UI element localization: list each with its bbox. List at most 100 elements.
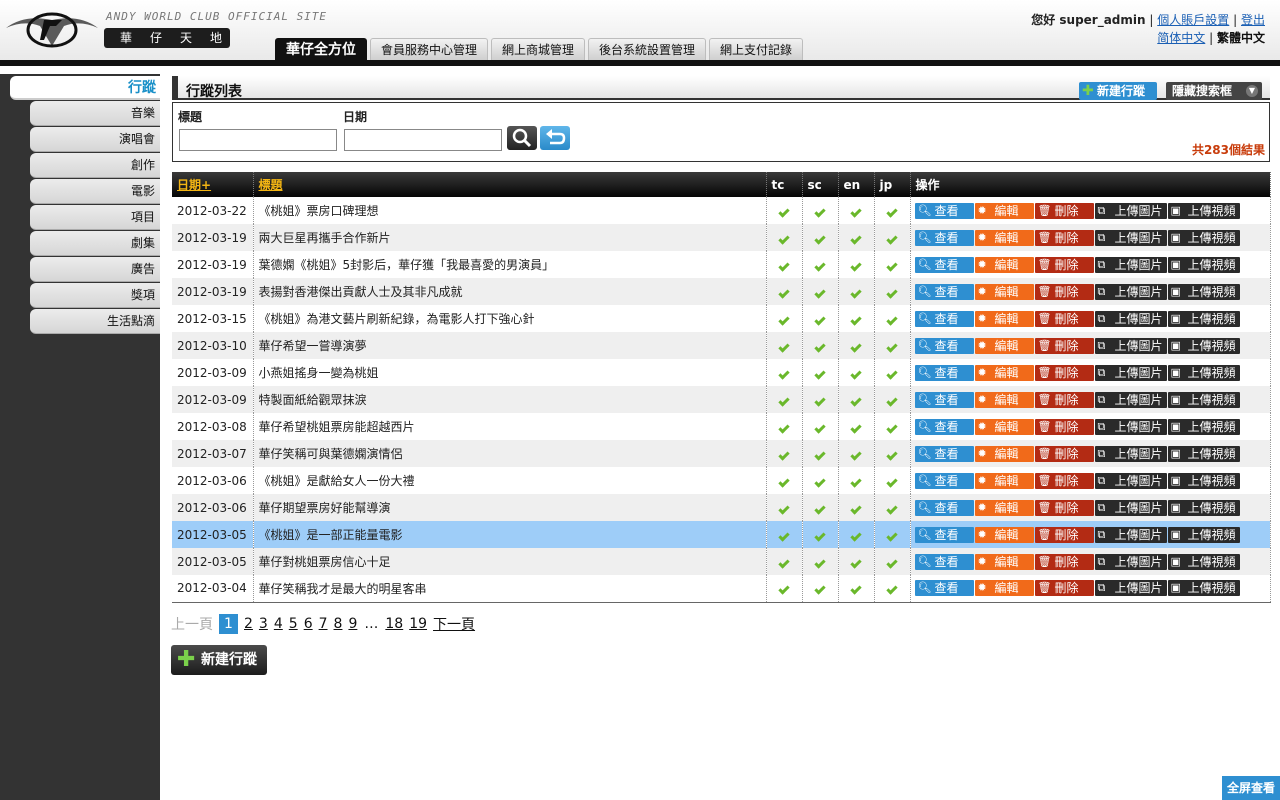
delete-button[interactable]: 🗑︎ 刪除 [1034,202,1094,219]
page-link[interactable]: 3 [259,616,268,632]
nav-tab-member-service[interactable]: 會員服務中心管理 [370,38,489,60]
edit-button[interactable]: ✹ 編輯 [974,472,1034,489]
table-row[interactable]: 2012-03-22 《桃姐》票房口碑理想 🔍︎ 查看 ✹ 編輯 🗑︎ 刪除 ⧉ 上傳圖片 ▣ 上傳… [172,197,1271,224]
delete-button[interactable]: 🗑︎ 刪除 [1034,499,1094,516]
upload-image-button[interactable]: ⧉ 上傳圖片 [1094,364,1167,381]
table-row[interactable]: 2012-03-15 《桃姐》為港文藝片刷新紀錄，為電影人打下強心針 🔍︎ 查看 ✹ 編… [172,305,1271,332]
view-button[interactable]: 🔍︎ 查看 [914,580,974,597]
sidebar-item-whereabouts[interactable]: 行蹤 [10,76,160,100]
account-settings-link[interactable]: 個人賬戶設置 [1157,13,1229,27]
delete-button[interactable]: 🗑︎ 刪除 [1034,445,1094,462]
upload-image-button[interactable]: ⧉ 上傳圖片 [1094,256,1167,273]
delete-button[interactable]: 🗑︎ 刪除 [1034,256,1094,273]
upload-video-button[interactable]: ▣ 上傳視頻 [1167,391,1240,408]
sidebar-item-music[interactable]: 音樂 [30,101,160,126]
delete-button[interactable]: 🗑︎ 刪除 [1034,526,1094,543]
search-button[interactable] [507,126,537,150]
upload-video-button[interactable]: ▣ 上傳視頻 [1167,553,1240,570]
upload-video-button[interactable]: ▣ 上傳視頻 [1167,364,1240,381]
page-link[interactable]: 6 [304,616,313,632]
upload-video-button[interactable]: ▣ 上傳視頻 [1167,418,1240,435]
edit-button[interactable]: ✹ 編輯 [974,202,1034,219]
logout-link[interactable]: 登出 [1241,13,1265,27]
delete-button[interactable]: 🗑︎ 刪除 [1034,418,1094,435]
edit-button[interactable]: ✹ 編輯 [974,526,1034,543]
table-row[interactable]: 2012-03-06 《桃姐》是獻給女人一份大禮 🔍︎ 查看 ✹ 編輯 🗑︎ 刪除 ⧉ 上傳圖片… [172,467,1271,494]
date-search-input[interactable] [344,129,502,151]
view-button[interactable]: 🔍︎ 查看 [914,526,974,543]
upload-video-button[interactable]: ▣ 上傳視頻 [1167,499,1240,516]
view-button[interactable]: 🔍︎ 查看 [914,283,974,300]
upload-image-button[interactable]: ⧉ 上傳圖片 [1094,229,1167,246]
view-button[interactable]: 🔍︎ 查看 [914,310,974,327]
upload-video-button[interactable]: ▣ 上傳視頻 [1167,229,1240,246]
table-row[interactable]: 2012-03-08 華仔希望桃姐票房能超越西片 🔍︎ 查看 ✹ 編輯 🗑︎ 刪除 ⧉ 上傳圖片… [172,413,1271,440]
table-row[interactable]: 2012-03-05 華仔對桃姐票房信心十足 🔍︎ 查看 ✹ 編輯 🗑︎ 刪除 ⧉ 上傳圖片 ▣ 上… [172,548,1271,575]
upload-image-button[interactable]: ⧉ 上傳圖片 [1094,391,1167,408]
column-header-title[interactable]: 標題 [253,172,767,197]
table-row[interactable]: 2012-03-19 葉德嫻《桃姐》5封影后，華仔獲「我最喜愛的男演員」 🔍︎ 查看… [172,251,1271,278]
upload-video-button[interactable]: ▣ 上傳視頻 [1167,445,1240,462]
new-item-bottom-button[interactable]: ✚ 新建行蹤 [171,645,267,675]
view-button[interactable]: 🔍︎ 查看 [914,553,974,570]
reset-button[interactable] [540,126,570,150]
sort-date-link[interactable]: 日期+ [177,178,211,192]
upload-video-button[interactable]: ▣ 上傳視頻 [1167,337,1240,354]
table-row[interactable]: 2012-03-09 小燕姐搖身一變為桃姐 🔍︎ 查看 ✹ 編輯 🗑︎ 刪除 ⧉ 上傳圖片 ▣ 上傳… [172,359,1271,386]
delete-button[interactable]: 🗑︎ 刪除 [1034,229,1094,246]
upload-video-button[interactable]: ▣ 上傳視頻 [1167,310,1240,327]
upload-image-button[interactable]: ⧉ 上傳圖片 [1094,472,1167,489]
page-link[interactable]: 5 [289,616,298,632]
upload-image-button[interactable]: ⧉ 上傳圖片 [1094,526,1167,543]
upload-video-button[interactable]: ▣ 上傳視頻 [1167,472,1240,489]
table-row[interactable]: 2012-03-09 特製面紙給觀眾抹淚 🔍︎ 查看 ✹ 編輯 🗑︎ 刪除 ⧉ 上傳圖片 ▣ 上傳視… [172,386,1271,413]
column-header-date[interactable]: 日期+ [172,172,254,197]
upload-image-button[interactable]: ⧉ 上傳圖片 [1094,580,1167,597]
page-link[interactable]: 2 [244,616,253,632]
edit-button[interactable]: ✹ 編輯 [974,391,1034,408]
upload-image-button[interactable]: ⧉ 上傳圖片 [1094,499,1167,516]
upload-video-button[interactable]: ▣ 上傳視頻 [1167,202,1240,219]
table-row[interactable]: 2012-03-05 《桃姐》是一部正能量電影 🔍︎ 查看 ✹ 編輯 🗑︎ 刪除 ⧉ 上傳圖片 ▣… [172,521,1271,548]
view-button[interactable]: 🔍︎ 查看 [914,256,974,273]
edit-button[interactable]: ✹ 編輯 [974,418,1034,435]
delete-button[interactable]: 🗑︎ 刪除 [1034,364,1094,381]
table-row[interactable]: 2012-03-04 華仔笑稱我才是最大的明星客串 🔍︎ 查看 ✹ 編輯 🗑︎ 刪除 ⧉ 上傳圖… [172,575,1271,603]
table-row[interactable]: 2012-03-10 華仔希望一嘗導演夢 🔍︎ 查看 ✹ 編輯 🗑︎ 刪除 ⧉ 上傳圖片 ▣ 上傳視… [172,332,1271,359]
view-button[interactable]: 🔍︎ 查看 [914,472,974,489]
sidebar-item-projects[interactable]: 項目 [30,205,160,230]
hide-search-button[interactable]: 隱藏搜索框 ▼ [1166,82,1262,100]
upload-image-button[interactable]: ⧉ 上傳圖片 [1094,283,1167,300]
sidebar-item-drama[interactable]: 劇集 [30,231,160,256]
upload-image-button[interactable]: ⧉ 上傳圖片 [1094,310,1167,327]
sort-title-link[interactable]: 標題 [259,178,283,192]
view-button[interactable]: 🔍︎ 查看 [914,418,974,435]
sidebar-item-ads[interactable]: 廣告 [30,257,160,282]
page-link[interactable]: 8 [334,616,343,632]
edit-button[interactable]: ✹ 編輯 [974,364,1034,381]
edit-button[interactable]: ✹ 編輯 [974,256,1034,273]
upload-image-button[interactable]: ⧉ 上傳圖片 [1094,553,1167,570]
lang-simplified-link[interactable]: 简体中文 [1157,31,1205,45]
sidebar-item-creations[interactable]: 創作 [30,153,160,178]
page-link[interactable]: 9 [348,616,357,632]
page-link[interactable]: 4 [274,616,283,632]
edit-button[interactable]: ✹ 編輯 [974,229,1034,246]
title-search-input[interactable] [179,129,337,151]
table-row[interactable]: 2012-03-19 兩大巨星再攜手合作新片 🔍︎ 查看 ✹ 編輯 🗑︎ 刪除 ⧉ 上傳圖片 ▣ 上… [172,224,1271,251]
nav-tab-online-shop[interactable]: 網上商城管理 [491,38,586,60]
upload-video-button[interactable]: ▣ 上傳視頻 [1167,283,1240,300]
sidebar-item-movies[interactable]: 電影 [30,179,160,204]
nav-tab-system-settings[interactable]: 後台系統設置管理 [588,38,707,60]
page-link[interactable]: 19 [409,616,427,632]
nav-tab-andy-all[interactable]: 華仔全方位 [275,38,367,60]
delete-button[interactable]: 🗑︎ 刪除 [1034,472,1094,489]
new-item-button[interactable]: ✚ 新建行蹤 [1079,82,1157,100]
nav-tab-payment-records[interactable]: 網上支付記錄 [709,38,804,60]
table-row[interactable]: 2012-03-06 華仔期望票房好能幫導演 🔍︎ 查看 ✹ 編輯 🗑︎ 刪除 ⧉ 上傳圖片 ▣ 上… [172,494,1271,521]
sidebar-item-life[interactable]: 生活點滴 [30,309,160,334]
delete-button[interactable]: 🗑︎ 刪除 [1034,337,1094,354]
view-button[interactable]: 🔍︎ 查看 [914,391,974,408]
next-page-link[interactable]: 下一頁 [433,614,475,634]
view-button[interactable]: 🔍︎ 查看 [914,202,974,219]
